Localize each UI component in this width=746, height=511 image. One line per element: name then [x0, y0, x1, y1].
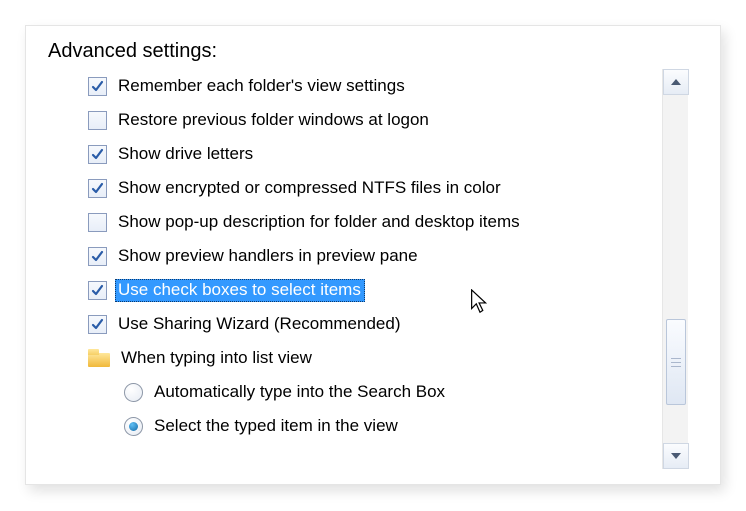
radio[interactable] [124, 383, 143, 402]
item-label: Use Sharing Wizard (Recommended) [115, 313, 405, 336]
list-item[interactable]: Show preview handlers in preview pane [88, 239, 652, 273]
item-label: Select the typed item in the view [151, 415, 402, 438]
settings-list[interactable]: Remember each folder's view settings Rest… [88, 69, 652, 469]
scroll-thumb[interactable] [666, 319, 686, 405]
list-item[interactable]: Show pop-up description for folder and d… [88, 205, 652, 239]
advanced-settings-panel: Advanced settings: Remember each folder'… [25, 25, 721, 485]
item-label: Automatically type into the Search Box [151, 381, 449, 404]
list-item[interactable]: Show drive letters [88, 137, 652, 171]
checkbox[interactable] [88, 179, 107, 198]
list-item[interactable]: Select the typed item in the view [124, 409, 652, 443]
settings-list-container: Remember each folder's view settings Rest… [88, 69, 688, 469]
item-label: Use check boxes to select items [115, 279, 365, 302]
list-item[interactable]: Remember each folder's view settings [88, 69, 652, 103]
scroll-down-button[interactable] [663, 443, 689, 469]
list-item[interactable]: Restore previous folder windows at logon [88, 103, 652, 137]
item-label: Show drive letters [115, 143, 257, 166]
checkbox[interactable] [88, 145, 107, 164]
checkbox[interactable] [88, 111, 107, 130]
item-label: Show encrypted or compressed NTFS files … [115, 177, 505, 200]
scrollbar[interactable] [662, 69, 688, 469]
folder-icon [88, 349, 110, 367]
scroll-up-button[interactable] [663, 69, 689, 95]
radio[interactable] [124, 417, 143, 436]
item-label: Restore previous folder windows at logon [115, 109, 433, 132]
list-item[interactable]: Automatically type into the Search Box [124, 375, 652, 409]
panel-title: Advanced settings: [46, 40, 700, 63]
checkbox[interactable] [88, 213, 107, 232]
list-item[interactable]: Use check boxes to select items [88, 273, 652, 307]
list-item[interactable]: When typing into list view [88, 341, 652, 375]
list-item[interactable]: Use Sharing Wizard (Recommended) [88, 307, 652, 341]
item-label: Show preview handlers in preview pane [115, 245, 422, 268]
list-item[interactable]: Show encrypted or compressed NTFS files … [88, 171, 652, 205]
checkbox[interactable] [88, 315, 107, 334]
checkbox[interactable] [88, 281, 107, 300]
checkbox[interactable] [88, 247, 107, 266]
checkbox[interactable] [88, 77, 107, 96]
item-label: Show pop-up description for folder and d… [115, 211, 524, 234]
item-label: When typing into list view [118, 347, 316, 370]
item-label: Remember each folder's view settings [115, 75, 409, 98]
